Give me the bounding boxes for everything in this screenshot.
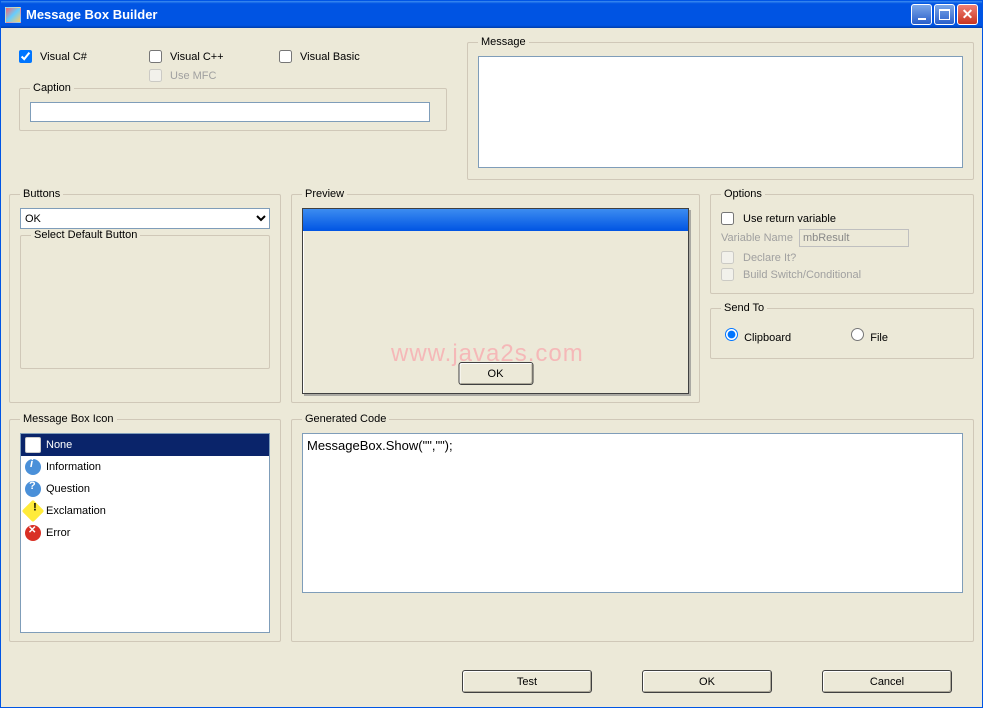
options-group: Options Use return variable Variable Nam… — [710, 188, 974, 294]
generated-code-legend: Generated Code — [302, 413, 389, 425]
default-button-legend: Select Default Button — [31, 229, 140, 241]
icon-item-error[interactable]: Error — [21, 522, 269, 544]
icon-group: Message Box Icon None Information Questi… — [9, 413, 281, 642]
build-switch-check — [721, 268, 734, 281]
exclamation-icon — [22, 500, 45, 523]
ok-button[interactable]: OK — [642, 670, 772, 693]
question-icon — [25, 481, 41, 497]
sendto-clipboard-radio[interactable] — [725, 328, 738, 341]
client-area: Visual C# Visual C++ Visual Basic Use MF… — [1, 28, 982, 707]
generated-code-text[interactable]: MessageBox.Show("",""); — [302, 433, 963, 593]
window-title: Message Box Builder — [26, 7, 158, 22]
caption-group: Caption — [19, 82, 447, 131]
lang-cpp-input[interactable] — [149, 50, 162, 63]
use-return-check[interactable] — [721, 212, 734, 225]
dialog-buttons: Test OK Cancel — [462, 670, 952, 693]
cancel-button[interactable]: Cancel — [822, 670, 952, 693]
test-button[interactable]: Test — [462, 670, 592, 693]
message-group: Message — [467, 36, 974, 180]
sendto-file[interactable]: File — [851, 328, 888, 344]
app-window: Message Box Builder ✕ Visual C# Visual C… — [0, 0, 983, 708]
preview-ok-button[interactable]: OK — [458, 362, 533, 385]
lang-cpp-check[interactable]: Visual C++ — [149, 50, 279, 63]
icon-item-information[interactable]: Information — [21, 456, 269, 478]
none-icon — [25, 437, 41, 453]
language-panel: Visual C# Visual C++ Visual Basic Use MF… — [9, 36, 457, 180]
information-icon — [25, 459, 41, 475]
options-legend: Options — [721, 188, 765, 200]
icon-item-none[interactable]: None — [21, 434, 269, 456]
lang-vb-check[interactable]: Visual Basic — [279, 50, 409, 63]
lang-csharp-check[interactable]: Visual C# — [19, 50, 149, 63]
icon-legend: Message Box Icon — [20, 413, 117, 425]
build-switch-label: Build Switch/Conditional — [743, 269, 861, 281]
buttons-combo[interactable]: OK — [20, 208, 270, 229]
sendto-legend: Send To — [721, 302, 767, 314]
icon-item-exclamation[interactable]: Exclamation — [21, 500, 269, 522]
titlebar[interactable]: Message Box Builder ✕ — [1, 1, 982, 28]
sendto-group: Send To Clipboard File — [710, 302, 974, 359]
icon-item-question[interactable]: Question — [21, 478, 269, 500]
caption-input[interactable] — [30, 102, 430, 122]
var-name-label: Variable Name — [721, 232, 793, 244]
use-return-label: Use return variable — [743, 213, 836, 225]
generated-code-group: Generated Code MessageBox.Show("",""); — [291, 413, 974, 642]
buttons-group: Buttons OK Select Default Button — [9, 188, 281, 403]
window-controls: ✕ — [911, 4, 978, 25]
use-mfc-input — [149, 69, 162, 82]
default-button-group: Select Default Button — [20, 229, 270, 369]
icon-listbox[interactable]: None Information Question Exclamation — [20, 433, 270, 633]
maximize-button[interactable] — [934, 4, 955, 25]
caption-legend: Caption — [30, 82, 74, 94]
var-name-input — [799, 229, 909, 247]
sendto-clipboard[interactable]: Clipboard — [725, 328, 791, 344]
lang-csharp-input[interactable] — [19, 50, 32, 63]
close-button[interactable]: ✕ — [957, 4, 978, 25]
lang-vb-input[interactable] — [279, 50, 292, 63]
app-icon — [5, 7, 21, 23]
declare-check — [721, 251, 734, 264]
message-textarea[interactable] — [478, 56, 963, 168]
error-icon — [25, 525, 41, 541]
preview-messagebox: OK — [302, 208, 689, 394]
buttons-legend: Buttons — [20, 188, 63, 200]
message-legend: Message — [478, 36, 529, 48]
preview-titlebar — [303, 209, 688, 231]
preview-legend: Preview — [302, 188, 347, 200]
declare-label: Declare It? — [743, 252, 796, 264]
minimize-button[interactable] — [911, 4, 932, 25]
use-mfc-check: Use MFC — [149, 69, 279, 82]
sendto-file-radio[interactable] — [851, 328, 864, 341]
preview-group: Preview OK — [291, 188, 700, 403]
